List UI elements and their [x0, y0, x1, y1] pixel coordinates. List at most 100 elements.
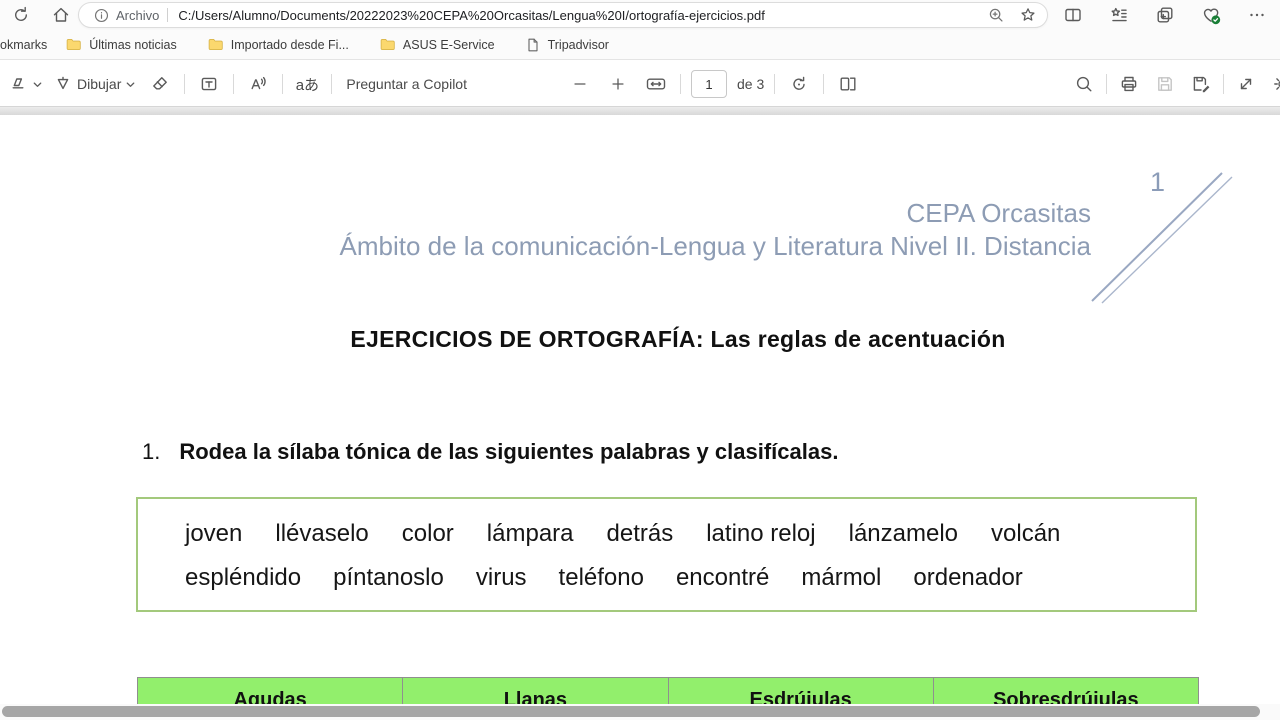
add-text-button[interactable]	[195, 68, 223, 100]
address-separator	[167, 8, 169, 22]
toolbar-divider	[331, 74, 333, 94]
save-button[interactable]	[1151, 68, 1179, 100]
bookmark-folder-ultimas-noticias[interactable]: Últimas noticias	[65, 36, 177, 53]
word: píntanoslo	[333, 564, 444, 591]
word-row-2: espléndido píntanoslo virus teléfono enc…	[185, 564, 1195, 592]
browser-window: Archivo C:/Users/Alumno/Documents/202220…	[0, 0, 1280, 720]
home-button[interactable]	[44, 1, 78, 29]
expand-button[interactable]	[1232, 68, 1260, 100]
bookmark-folder-asus[interactable]: ASUS E-Service	[379, 36, 495, 53]
word: latino reloj	[706, 520, 816, 547]
pen-icon	[57, 76, 69, 90]
chevron-down-icon	[127, 81, 135, 87]
word: color	[401, 520, 454, 547]
address-bar[interactable]: Archivo C:/Users/Alumno/Documents/202220…	[78, 2, 1048, 28]
bookmark-label: Tripadvisor	[547, 37, 609, 52]
toolbar-divider	[823, 74, 825, 94]
pdf-page: 1 CEPA Orcasitas Ámbito de la comunicaci…	[0, 115, 1280, 720]
bookmark-item-truncated[interactable]: okmarks	[0, 38, 47, 52]
rotate-button[interactable]	[785, 68, 813, 100]
word: encontré	[675, 564, 770, 591]
zoom-out-button[interactable]	[566, 68, 594, 100]
folder-icon	[208, 38, 223, 51]
save-as-icon	[1193, 76, 1210, 93]
eraser-icon	[153, 77, 168, 90]
favorite-star-icon[interactable]	[1019, 6, 1037, 24]
doc-title: EJERCICIOS DE ORTOGRAFÍA: Las reglas de …	[350, 326, 1006, 352]
pdf-page-top-shadow	[0, 107, 1280, 115]
exercise-line: 1. Rodea la sílaba tónica de las siguient…	[142, 439, 838, 465]
word: llévaselo	[275, 520, 369, 547]
save-as-button[interactable]	[1187, 68, 1215, 100]
search-document-button[interactable]	[1070, 68, 1098, 100]
erase-button[interactable]	[146, 68, 174, 100]
word-row-1: joven llévaselo color lámpara detrás lat…	[185, 520, 1195, 548]
settings-button[interactable]	[1268, 68, 1280, 100]
page-total-label: de 3	[737, 76, 765, 92]
translate-button[interactable]: aあ	[293, 68, 321, 100]
address-url-text: C:/Users/Alumno/Documents/20222023%20CEP…	[178, 7, 765, 23]
collections-icon	[1157, 7, 1173, 23]
plus-icon	[612, 78, 624, 90]
fit-width-button[interactable]	[642, 68, 670, 100]
ask-copilot-label: Preguntar a Copilot	[346, 76, 467, 92]
highlight-button[interactable]	[8, 68, 43, 100]
address-scheme-label: Archivo	[116, 7, 160, 23]
zoom-indicator-icon[interactable]	[987, 6, 1005, 24]
bookmark-label: ASUS E-Service	[402, 37, 495, 52]
doc-page-number: 1	[1150, 167, 1166, 197]
horizontal-scrollbar-thumb[interactable]	[2, 706, 1260, 717]
pdf-toolbar: Dibujar aあ Preguntar a Copilot 1 de 3	[0, 62, 1280, 107]
word: lámpara	[486, 520, 574, 547]
word: volcán	[991, 520, 1061, 547]
browser-essentials-button[interactable]	[1194, 1, 1228, 29]
toolbar-divider	[680, 74, 681, 94]
rotate-icon	[793, 76, 805, 90]
save-icon	[1158, 77, 1172, 91]
highlighter-icon	[12, 78, 24, 89]
split-screen-icon	[1065, 8, 1081, 22]
bookmark-folder-importado[interactable]: Importado desde Fi...	[207, 36, 349, 53]
bookmark-item-tripadvisor[interactable]: Tripadvisor	[525, 37, 609, 53]
expand-icon	[1240, 78, 1252, 90]
info-icon[interactable]	[93, 7, 110, 24]
horizontal-scrollbar	[0, 704, 1280, 720]
refresh-button[interactable]	[4, 1, 38, 29]
favorites-button[interactable]	[1102, 1, 1136, 29]
folder-icon	[66, 38, 81, 51]
toolbar-divider	[1106, 74, 1107, 94]
exercise-text: Rodea la sílaba tónica de las siguientes…	[179, 439, 839, 464]
bookmark-label: Importado desde Fi...	[230, 37, 349, 52]
print-icon	[1121, 76, 1137, 92]
print-button[interactable]	[1115, 68, 1143, 100]
ask-copilot-button[interactable]: Preguntar a Copilot	[346, 68, 467, 100]
word: lánzamelo	[848, 520, 959, 547]
gear-icon	[1274, 78, 1280, 90]
more-menu-button[interactable]	[1240, 1, 1274, 29]
collections-button[interactable]	[1148, 1, 1182, 29]
draw-label: Dibujar	[77, 76, 122, 92]
fit-width-icon	[646, 78, 666, 90]
toolbar-divider	[282, 74, 284, 94]
draw-button[interactable]: Dibujar	[53, 68, 136, 100]
browser-action-icons	[1056, 0, 1274, 30]
browser-toolbar: Archivo C:/Users/Alumno/Documents/202220…	[0, 0, 1280, 30]
toolbar-divider	[233, 74, 235, 94]
toolbar-divider	[1223, 74, 1224, 94]
word: joven	[185, 520, 243, 547]
zoom-in-button[interactable]	[604, 68, 632, 100]
split-screen-button[interactable]	[1056, 1, 1090, 29]
word: teléfono	[558, 564, 644, 591]
page-view-button[interactable]	[834, 68, 862, 100]
word: espléndido	[185, 564, 302, 591]
read-aloud-button[interactable]	[244, 68, 272, 100]
word: mármol	[801, 564, 882, 591]
page-view-icon	[840, 77, 856, 91]
toolbar-divider	[774, 74, 776, 94]
chevron-down-icon	[33, 81, 42, 87]
favorites-list-icon	[1111, 7, 1127, 22]
bookmark-label: Últimas noticias	[89, 37, 177, 52]
page-number-input[interactable]	[691, 70, 727, 98]
translate-icon: aあ	[295, 76, 320, 94]
toolbar-divider	[184, 74, 186, 94]
